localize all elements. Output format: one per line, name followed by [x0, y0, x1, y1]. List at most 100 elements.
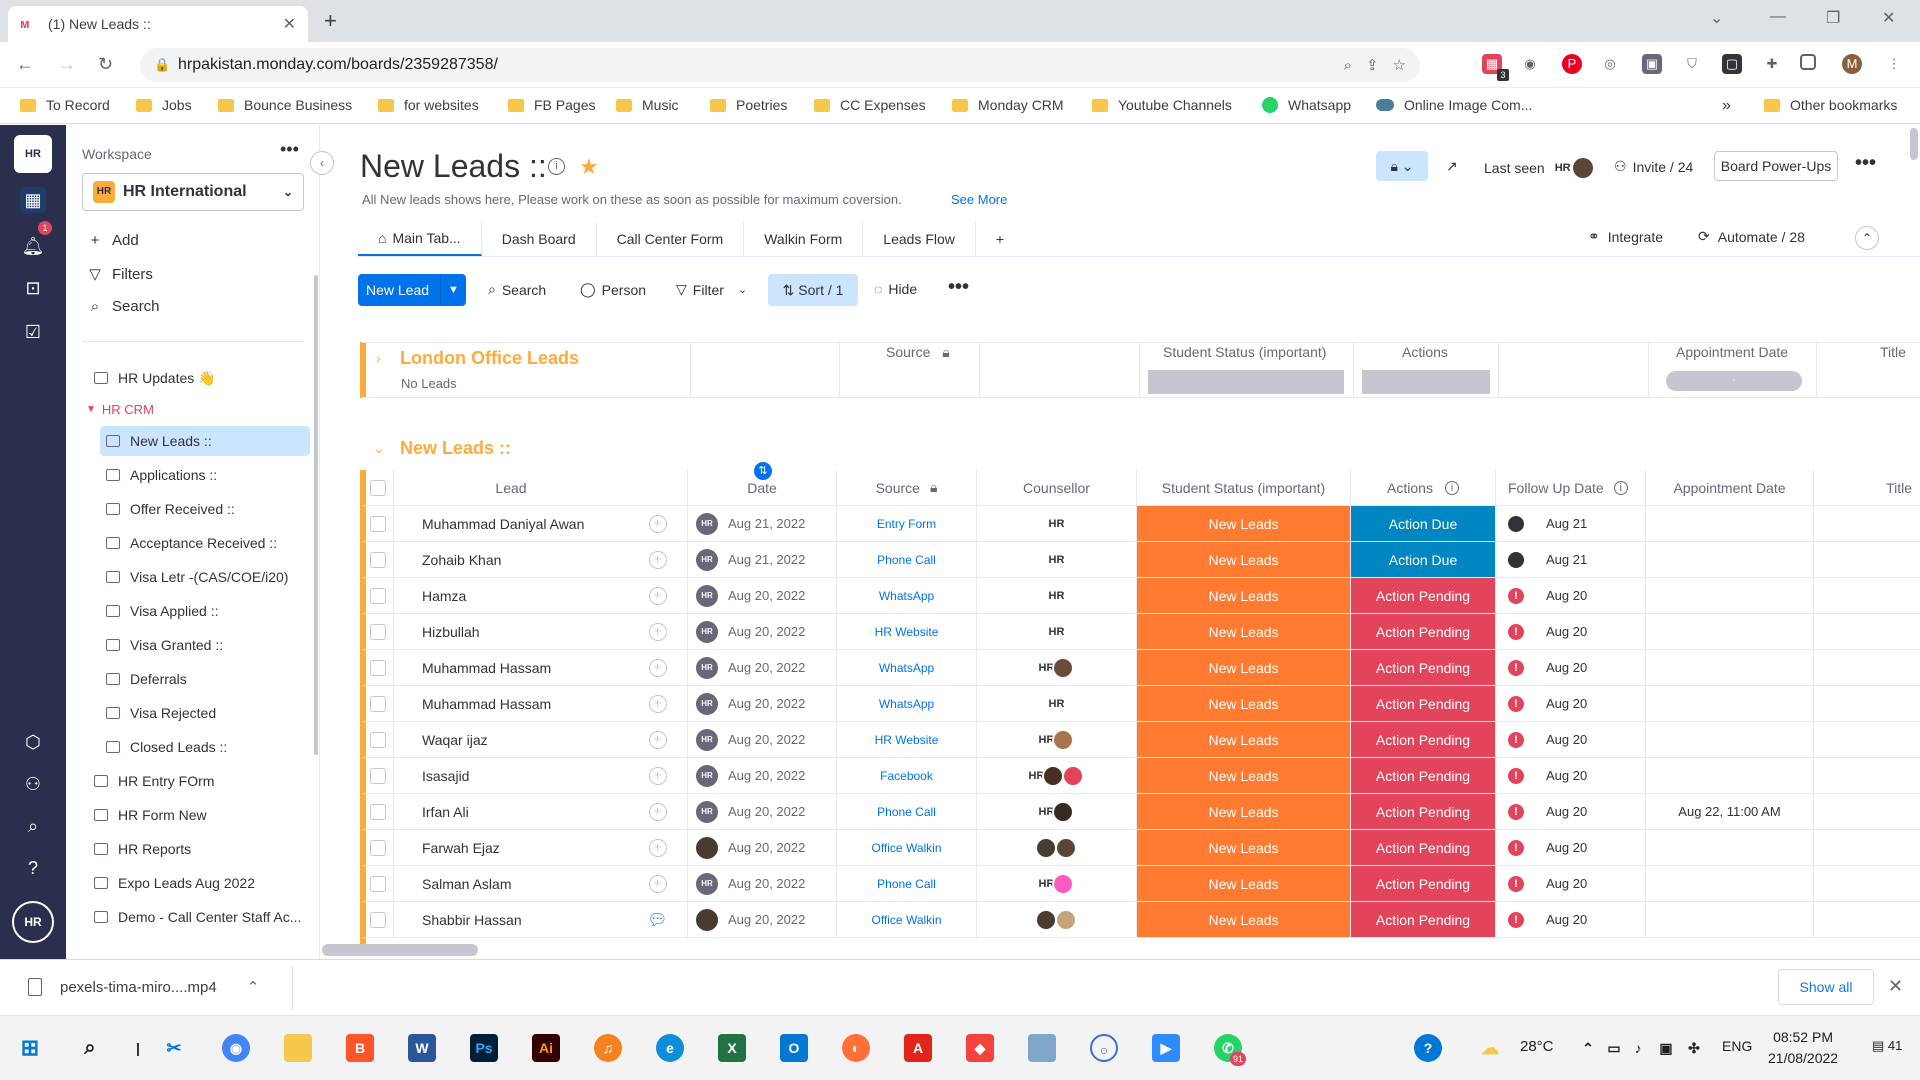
bookmark-star-icon[interactable]: ☆	[1393, 56, 1406, 74]
bookmark-link[interactable]: Whatsapp	[1262, 97, 1351, 113]
sidebar-item-applications[interactable]: Applications ::	[100, 460, 310, 490]
app-icon[interactable]	[1028, 1034, 1056, 1062]
appointment-cell[interactable]	[1646, 506, 1814, 541]
workspace-logo[interactable]: HR	[14, 135, 52, 173]
task-view-icon[interactable]: |	[124, 1034, 152, 1062]
updates-cell[interactable]: +	[628, 578, 688, 613]
bookmark-link[interactable]: Online Image Com...	[1376, 97, 1532, 113]
counsellor-cell[interactable]: HR	[977, 578, 1137, 613]
chevron-up-icon[interactable]: ⌃	[1855, 226, 1879, 250]
add-update-icon[interactable]: +	[648, 730, 667, 749]
pinterest-extension-icon[interactable]: P	[1562, 54, 1582, 74]
restore-icon[interactable]: ❐	[1826, 8, 1840, 28]
source-cell[interactable]: Phone Call	[837, 794, 977, 829]
action-label[interactable]: Action Pending	[1351, 650, 1496, 685]
appointment-cell[interactable]	[1646, 650, 1814, 685]
source-cell[interactable]: WhatsApp	[837, 578, 977, 613]
select-all-checkbox[interactable]	[362, 470, 394, 505]
close-window-icon[interactable]: ✕	[1882, 8, 1895, 28]
sidebar-item-offer-received[interactable]: Offer Received ::	[100, 494, 310, 524]
date-cell[interactable]: HR Aug 20, 2022	[688, 722, 837, 757]
secure-lock-icon[interactable]: 🔒	[154, 57, 170, 73]
date-cell[interactable]: HR Aug 20, 2022	[688, 866, 837, 901]
info-icon[interactable]: i	[1613, 480, 1628, 495]
add-button[interactable]: + Add	[86, 232, 139, 249]
page-title[interactable]: New Leads ::	[360, 148, 547, 185]
title-cell[interactable]	[1814, 722, 1920, 757]
sidebar-item-visa-letter[interactable]: Visa Letr -(CAS/COE/i20)	[100, 562, 310, 592]
windows-start-icon[interactable]: ⊞	[16, 1034, 44, 1062]
search-icon[interactable]: ⌕	[20, 813, 46, 839]
source-cell[interactable]: WhatsApp	[837, 686, 977, 721]
status-label[interactable]: New Leads	[1137, 722, 1351, 757]
info-icon[interactable]: i	[548, 158, 565, 175]
bookmark-folder[interactable]: Poetries	[710, 97, 787, 113]
sidebar-item-demo-call-center[interactable]: Demo - Call Center Staff Ac...	[88, 902, 310, 932]
counsellor-cell[interactable]	[977, 830, 1137, 865]
appointment-cell[interactable]	[1646, 722, 1814, 757]
sidebar-folder-hr-crm[interactable]: ▼ HR CRM	[86, 402, 154, 417]
hide-button[interactable]: ◌ Hide	[874, 281, 917, 297]
activity-icon[interactable]: ↗	[1446, 158, 1458, 175]
column-header-appointment[interactable]: Appointment Date	[1646, 470, 1814, 505]
action-label[interactable]: Action Due	[1351, 542, 1496, 577]
followup-cell[interactable]: Aug 21	[1496, 542, 1646, 577]
lead-name[interactable]: Salman Aslam	[394, 866, 628, 901]
title-cell[interactable]	[1814, 650, 1920, 685]
language-indicator[interactable]: ENG	[1722, 1038, 1752, 1054]
weather-icon[interactable]: ☁	[1476, 1034, 1504, 1062]
tab-dashboard[interactable]: Dash Board	[482, 222, 597, 256]
title-cell[interactable]	[1814, 542, 1920, 577]
date-cell[interactable]: HR Aug 20, 2022	[688, 686, 837, 721]
action-label[interactable]: Action Pending	[1351, 830, 1496, 865]
sidebar-item-hr-reports[interactable]: HR Reports	[88, 834, 310, 864]
back-icon[interactable]: ←	[16, 54, 34, 75]
volume-icon[interactable]: ♪	[1624, 1034, 1652, 1062]
status-label[interactable]: New Leads	[1137, 866, 1351, 901]
add-update-icon[interactable]: +	[648, 622, 667, 641]
app-tray-icon[interactable]: ✣	[1680, 1034, 1708, 1062]
chrome-icon[interactable]: ◉	[222, 1034, 250, 1062]
appointment-cell[interactable]	[1646, 578, 1814, 613]
add-update-icon[interactable]: +	[648, 838, 667, 857]
source-cell[interactable]: HR Website	[837, 722, 977, 757]
lead-name[interactable]: Hizbullah	[394, 614, 628, 649]
updates-chat-icon[interactable]: 💬︎	[647, 910, 667, 930]
counsellor-cell[interactable]: HR	[977, 758, 1137, 793]
extension-icon[interactable]: ▣	[1642, 54, 1662, 74]
column-header-appointment[interactable]: Appointment Date	[1676, 344, 1788, 360]
followup-cell[interactable]: ! Aug 20	[1496, 830, 1646, 865]
brave-icon[interactable]: B	[346, 1034, 374, 1062]
row-checkbox[interactable]	[362, 578, 394, 613]
file-explorer-icon[interactable]	[284, 1034, 312, 1062]
sidebar-item-acceptance-received[interactable]: Acceptance Received ::	[100, 528, 310, 558]
side-panel-icon[interactable]	[1800, 54, 1816, 70]
followup-cell[interactable]: ! Aug 20	[1496, 866, 1646, 901]
add-update-icon[interactable]: +	[648, 766, 667, 785]
title-cell[interactable]	[1814, 758, 1920, 793]
bookmark-folder[interactable]: Monday CRM	[952, 97, 1064, 113]
updates-cell[interactable]: +	[628, 506, 688, 541]
tab-main-table[interactable]: ⌂ Main Tab...	[358, 222, 482, 256]
photoshop-icon[interactable]: Ps	[470, 1034, 498, 1062]
person-filter-button[interactable]: ◯ Person	[580, 281, 646, 298]
sidebar-item-expo-leads[interactable]: Expo Leads Aug 2022	[88, 868, 310, 898]
bookmark-folder[interactable]: FB Pages	[508, 97, 595, 113]
status-label[interactable]: New Leads	[1137, 614, 1351, 649]
more-icon[interactable]: •••	[948, 276, 969, 299]
help-icon[interactable]: ?	[1414, 1034, 1442, 1062]
action-label[interactable]: Action Due	[1351, 506, 1496, 541]
word-icon[interactable]: W	[408, 1034, 436, 1062]
chevron-up-icon[interactable]: ⌃	[247, 978, 260, 996]
camera-extension-icon[interactable]: ◉	[1520, 54, 1540, 74]
zoom-icon[interactable]: ▶	[1152, 1034, 1180, 1062]
chevron-up-icon[interactable]: ⌃	[1574, 1034, 1602, 1062]
new-lead-button[interactable]: New Lead ▼	[358, 274, 466, 306]
reload-icon[interactable]: ↻	[98, 54, 113, 75]
title-cell[interactable]	[1814, 686, 1920, 721]
appointment-cell[interactable]	[1646, 758, 1814, 793]
row-checkbox[interactable]	[362, 542, 394, 577]
date-cell[interactable]: Aug 20, 2022	[688, 902, 837, 937]
chat-icon[interactable]: ○	[1090, 1034, 1118, 1062]
updates-cell[interactable]: +	[628, 758, 688, 793]
